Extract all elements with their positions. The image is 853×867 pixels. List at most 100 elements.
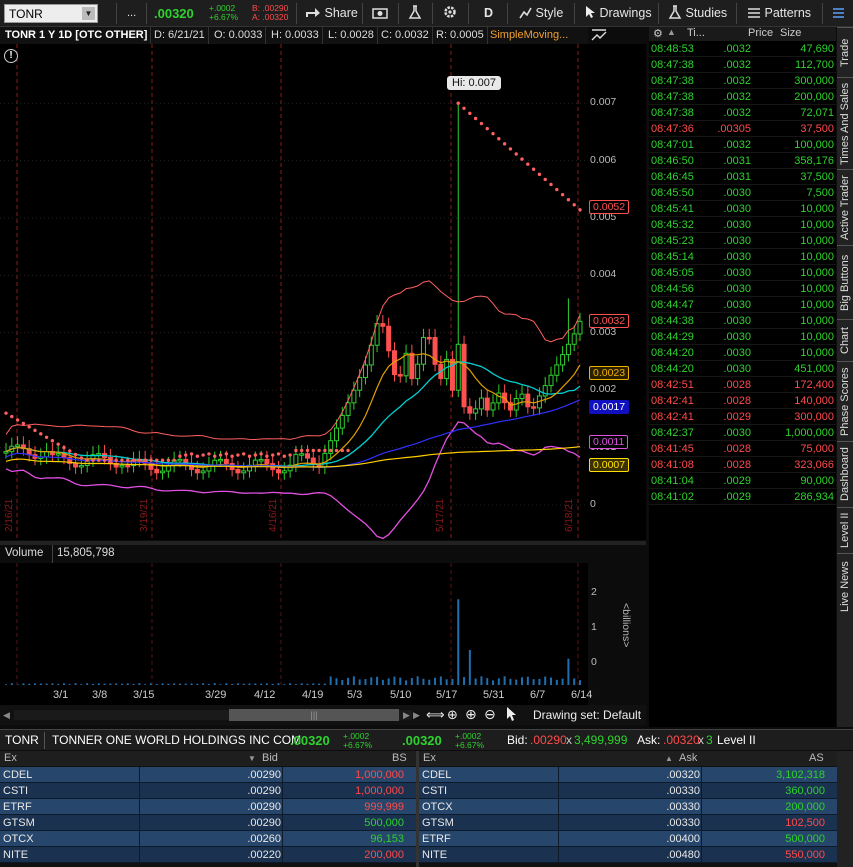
zoom-in-icon[interactable]: ⊕ (465, 706, 477, 723)
bid-col-bid[interactable]: Bid (262, 751, 278, 766)
ts-row[interactable]: 08:44:20 .0030 451,000 (649, 361, 836, 377)
sort-up-icon[interactable]: ▲ (665, 751, 673, 766)
bid-row[interactable]: NITE .00220 200,000 (0, 847, 416, 863)
volume-chart[interactable] (0, 563, 588, 685)
ts-row[interactable]: 08:45:14 .0030 10,000 (649, 249, 836, 265)
style-button[interactable]: Style (518, 0, 563, 27)
ts-row[interactable]: 08:47:01 .0032 100,000 (649, 137, 836, 153)
ts-row[interactable]: 08:45:41 .0030 10,000 (649, 201, 836, 217)
price-chart[interactable]: 2/16/21 3/19/21 4/16/21 5/17/21 6/18/21 ! Hi… (0, 44, 588, 540)
bid-row[interactable]: GTSM .00290 500,000 (0, 815, 416, 831)
share-button[interactable]: Share (305, 0, 358, 27)
side-tab-phase-scores[interactable]: Phase Scores (837, 361, 853, 441)
more-button[interactable]: ... (127, 0, 136, 27)
bid-row[interactable]: CDEL .00290 1,000,000 (0, 767, 416, 783)
side-tab-live-news[interactable]: Live News (837, 553, 853, 619)
ts-row[interactable]: 08:42:41 .0028 140,000 (649, 393, 836, 409)
ts-row[interactable]: 08:45:50 .0030 7,500 (649, 185, 836, 201)
symbol-input[interactable]: TONR ▼ (4, 4, 98, 23)
ts-col-time[interactable]: Ti... (687, 27, 705, 39)
ask-col-ex[interactable]: Ex (423, 751, 436, 766)
study-label[interactable]: SimpleMoving... (487, 27, 571, 44)
ts-row[interactable]: 08:46:45 .0031 37,500 (649, 169, 836, 185)
scroll-left-icon[interactable]: ◀ (3, 710, 10, 721)
ts-row[interactable]: 08:47:38 .0032 112,700 (649, 57, 836, 73)
ask-row[interactable]: GTSM .00330 102,500 (419, 815, 837, 831)
candle-body (368, 344, 374, 366)
ask-row[interactable]: CDEL .00320 3,102,318 (419, 767, 837, 783)
chart-style-toggle[interactable] (590, 28, 608, 44)
pct-change: +6.67% (209, 12, 239, 22)
flask-button[interactable] (408, 0, 422, 27)
bid-row[interactable]: OTCX .00260 96,153 (0, 831, 416, 847)
period-button[interactable]: D (484, 0, 493, 27)
ask-col-ask[interactable]: Ask (679, 751, 697, 766)
studies-button[interactable]: Studies (668, 0, 727, 27)
side-tab-trade[interactable]: Trade (837, 27, 853, 77)
sort-icon[interactable]: ▲ (667, 27, 676, 37)
ts-row[interactable]: 08:41:04 .0029 90,000 (649, 473, 836, 489)
sar-dot (323, 448, 327, 453)
ask-row[interactable]: ETRF .00400 500,000 (419, 831, 837, 847)
sar-dot (160, 458, 165, 462)
ts-row[interactable]: 08:44:20 .0030 10,000 (649, 345, 836, 361)
ts-row[interactable]: 08:41:02 .0029 286,934 (649, 489, 836, 505)
side-tab-dashboard[interactable]: Dashboard (837, 441, 853, 507)
ts-row[interactable]: 08:48:53 .0032 47,690 (649, 41, 836, 57)
ts-row[interactable]: 08:44:56 .0030 10,000 (649, 281, 836, 297)
ts-col-price[interactable]: Price (748, 27, 773, 39)
side-tab-level-ii[interactable]: Level II (837, 507, 853, 553)
ts-col-size[interactable]: Size (780, 27, 801, 39)
chevron-down-icon[interactable]: ▼ (82, 7, 95, 20)
ts-row[interactable]: 08:47:38 .0032 300,000 (649, 73, 836, 89)
ts-row[interactable]: 08:45:23 .0030 10,000 (649, 233, 836, 249)
ask-row[interactable]: NITE .00480 550,000 (419, 847, 837, 863)
scroll-right-icon[interactable]: ▶ (403, 710, 410, 721)
ask-col-as[interactable]: AS (809, 751, 824, 766)
side-tab-chart[interactable]: Chart (837, 319, 853, 361)
ts-row[interactable]: 08:47:38 .0032 72,071 (649, 105, 836, 121)
drawing-set-label[interactable]: Drawing set: Default (533, 708, 641, 722)
ts-row[interactable]: 08:45:32 .0030 10,000 (649, 217, 836, 233)
zoom-out-icon[interactable]: ⊖ (484, 706, 496, 723)
ts-row[interactable]: 08:41:08 .0028 323,066 (649, 457, 836, 473)
bid-row[interactable]: CSTI .00290 1,000,000 (0, 783, 416, 799)
ts-row[interactable]: 08:46:50 .0031 358,176 (649, 153, 836, 169)
ts-row[interactable]: 08:47:36 .00305 37,500 (649, 121, 836, 137)
ts-row[interactable]: 08:47:38 .0032 200,000 (649, 89, 836, 105)
settings-button[interactable] (443, 0, 457, 27)
ts-row[interactable]: 08:44:29 .0030 10,000 (649, 329, 836, 345)
cursor-icon[interactable] (505, 706, 517, 725)
ask-row[interactable]: OTCX .00330 200,000 (419, 799, 837, 815)
sort-down-icon[interactable]: ▼ (248, 751, 256, 766)
side-tab-active-trader[interactable]: Active Trader (837, 169, 853, 245)
bid-col-ex[interactable]: Ex (4, 751, 17, 766)
side-tab-big-buttons[interactable]: Big Buttons (837, 245, 853, 319)
menu-button[interactable] (832, 0, 845, 27)
ts-row[interactable]: 08:44:47 .0030 10,000 (649, 297, 836, 313)
patterns-button[interactable]: Patterns (747, 0, 811, 27)
scroll-end-icon[interactable]: ▶ (413, 710, 420, 721)
top-toolbar: TONR ▼ ... .00320 +.0002 +6.67% B: .0029… (0, 0, 853, 27)
l2-scrollbar[interactable] (837, 751, 853, 867)
side-tab-times-and-sales[interactable]: Times And Sales (837, 77, 853, 169)
bid-col-bs[interactable]: BS (392, 751, 407, 766)
info-icon[interactable]: ! (4, 49, 18, 63)
crosshair-icon[interactable]: ⊕ (447, 707, 458, 723)
l2-symbol[interactable]: TONR (5, 730, 39, 751)
gear-icon[interactable]: ⚙ (653, 27, 663, 40)
drawings-button[interactable]: Drawings (584, 0, 652, 27)
bid-row[interactable]: ETRF .00290 999,999 (0, 799, 416, 815)
ts-row[interactable]: 08:42:51 .0028 172,400 (649, 377, 836, 393)
ts-row[interactable]: 08:42:41 .0029 300,000 (649, 409, 836, 425)
ts-row[interactable]: 08:41:45 .0028 75,000 (649, 441, 836, 457)
snapshot-button[interactable] (372, 0, 388, 27)
price-axis[interactable]: 0.0070.0060.0050.0040.0030.0020.00100.00… (588, 44, 646, 540)
expand-icon[interactable]: ⟺ (426, 707, 445, 723)
scroll-thumb[interactable]: ||| (229, 709, 399, 721)
ts-row[interactable]: 08:45:05 .0030 10,000 (649, 265, 836, 281)
ts-row[interactable]: 08:44:38 .0030 10,000 (649, 313, 836, 329)
ts-row[interactable]: 08:42:37 .0030 1,000,000 (649, 425, 836, 441)
ask-size: 102,500 (785, 817, 825, 829)
ask-row[interactable]: CSTI .00330 360,000 (419, 783, 837, 799)
